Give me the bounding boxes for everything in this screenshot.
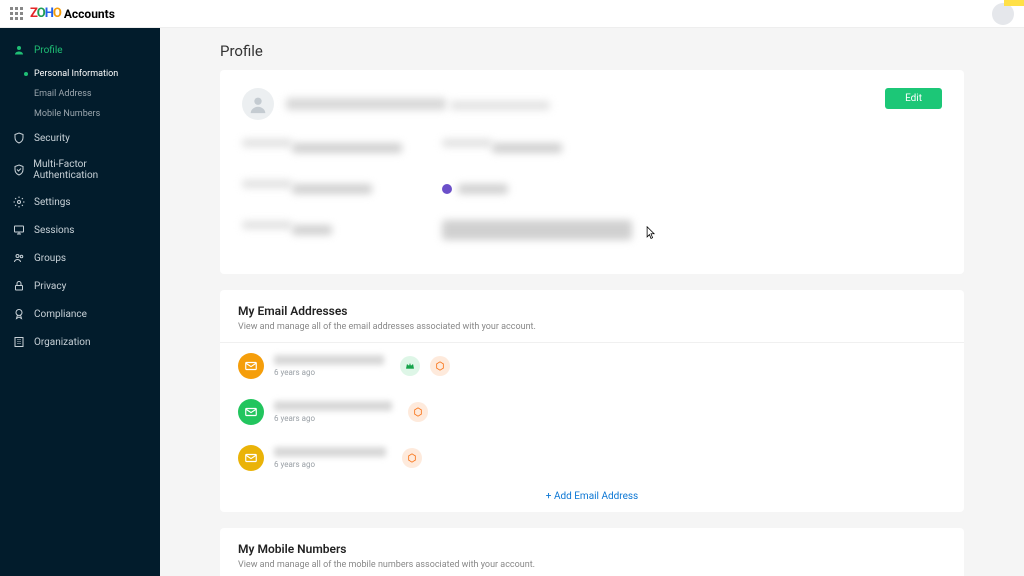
mail-icon	[238, 445, 264, 471]
redacted-value	[492, 143, 562, 153]
redacted-label	[242, 180, 292, 188]
sidebar-item-security[interactable]: Security	[0, 124, 160, 152]
redacted-email	[274, 355, 384, 365]
section-title: My Email Addresses	[238, 304, 946, 318]
sidebar-item-compliance[interactable]: Compliance	[0, 300, 160, 328]
hexagon-icon	[430, 356, 450, 376]
mail-icon	[238, 399, 264, 425]
redacted-value	[292, 184, 372, 194]
redacted-subtitle	[450, 101, 550, 110]
app-name: Accounts	[64, 7, 115, 21]
gear-icon	[12, 195, 26, 209]
avatar-placeholder-icon[interactable]	[242, 88, 274, 120]
hexagon-icon	[408, 402, 428, 422]
mail-icon	[238, 353, 264, 379]
email-row[interactable]: 6 years ago	[220, 435, 964, 481]
sidebar-item-profile[interactable]: Profile	[0, 36, 160, 64]
topbar: ZOHO Accounts	[0, 0, 1024, 28]
main-content: Profile Edit	[160, 28, 1024, 576]
edit-button[interactable]: Edit	[885, 88, 942, 109]
shield-icon	[12, 131, 26, 145]
email-time: 6 years ago	[274, 414, 392, 423]
redacted-label	[442, 139, 492, 147]
redacted-value	[292, 143, 402, 153]
add-email-button[interactable]: Add Email Address	[220, 481, 964, 512]
redacted-name	[286, 98, 446, 110]
profile-card: Edit	[220, 70, 964, 274]
lock-icon	[12, 279, 26, 293]
redacted-label	[242, 221, 292, 229]
sidebar-item-label: Profile	[34, 45, 63, 56]
sidebar-item-settings[interactable]: Settings	[0, 188, 160, 216]
sidebar-item-privacy[interactable]: Privacy	[0, 272, 160, 300]
sidebar-item-groups[interactable]: Groups	[0, 244, 160, 272]
sidebar-item-sessions[interactable]: Sessions	[0, 216, 160, 244]
redacted-email	[274, 447, 386, 457]
mobile-numbers-card: My Mobile Numbers View and manage all of…	[220, 528, 964, 576]
email-time: 6 years ago	[274, 368, 384, 377]
sidebar-item-mfa[interactable]: Multi-Factor Authentication	[0, 152, 160, 188]
apps-launcher-icon[interactable]	[10, 7, 24, 21]
building-icon	[12, 335, 26, 349]
sidebar-sub-personal-info[interactable]: Personal Information	[0, 64, 160, 84]
sidebar: Profile Personal Information Email Addre…	[0, 28, 160, 576]
hexagon-icon	[402, 448, 422, 468]
redacted-value	[442, 220, 632, 240]
email-row[interactable]: 6 years ago	[220, 343, 964, 389]
section-desc: View and manage all of the mobile number…	[238, 560, 946, 570]
email-row[interactable]: 6 years ago	[220, 389, 964, 435]
users-icon	[12, 251, 26, 265]
email-time: 6 years ago	[274, 460, 386, 469]
crown-icon	[400, 356, 420, 376]
sidebar-item-organization[interactable]: Organization	[0, 328, 160, 356]
section-desc: View and manage all of the email address…	[238, 322, 946, 332]
logo[interactable]: ZOHO Accounts	[30, 6, 115, 21]
sidebar-sub-mobile-numbers[interactable]: Mobile Numbers	[0, 104, 160, 124]
redacted-label	[242, 139, 292, 147]
page-title: Profile	[220, 42, 964, 60]
country-flag-icon	[442, 184, 452, 194]
email-addresses-card: My Email Addresses View and manage all o…	[220, 290, 964, 512]
redacted-email	[274, 401, 392, 411]
user-icon	[12, 43, 26, 57]
shield-check-icon	[12, 163, 25, 177]
section-title: My Mobile Numbers	[238, 542, 946, 556]
badge-icon	[12, 307, 26, 321]
highlight-strip	[1004, 0, 1024, 6]
redacted-value	[292, 225, 332, 235]
sidebar-sub-email-address[interactable]: Email Address	[0, 84, 160, 104]
redacted-value	[458, 184, 508, 194]
monitor-icon	[12, 223, 26, 237]
